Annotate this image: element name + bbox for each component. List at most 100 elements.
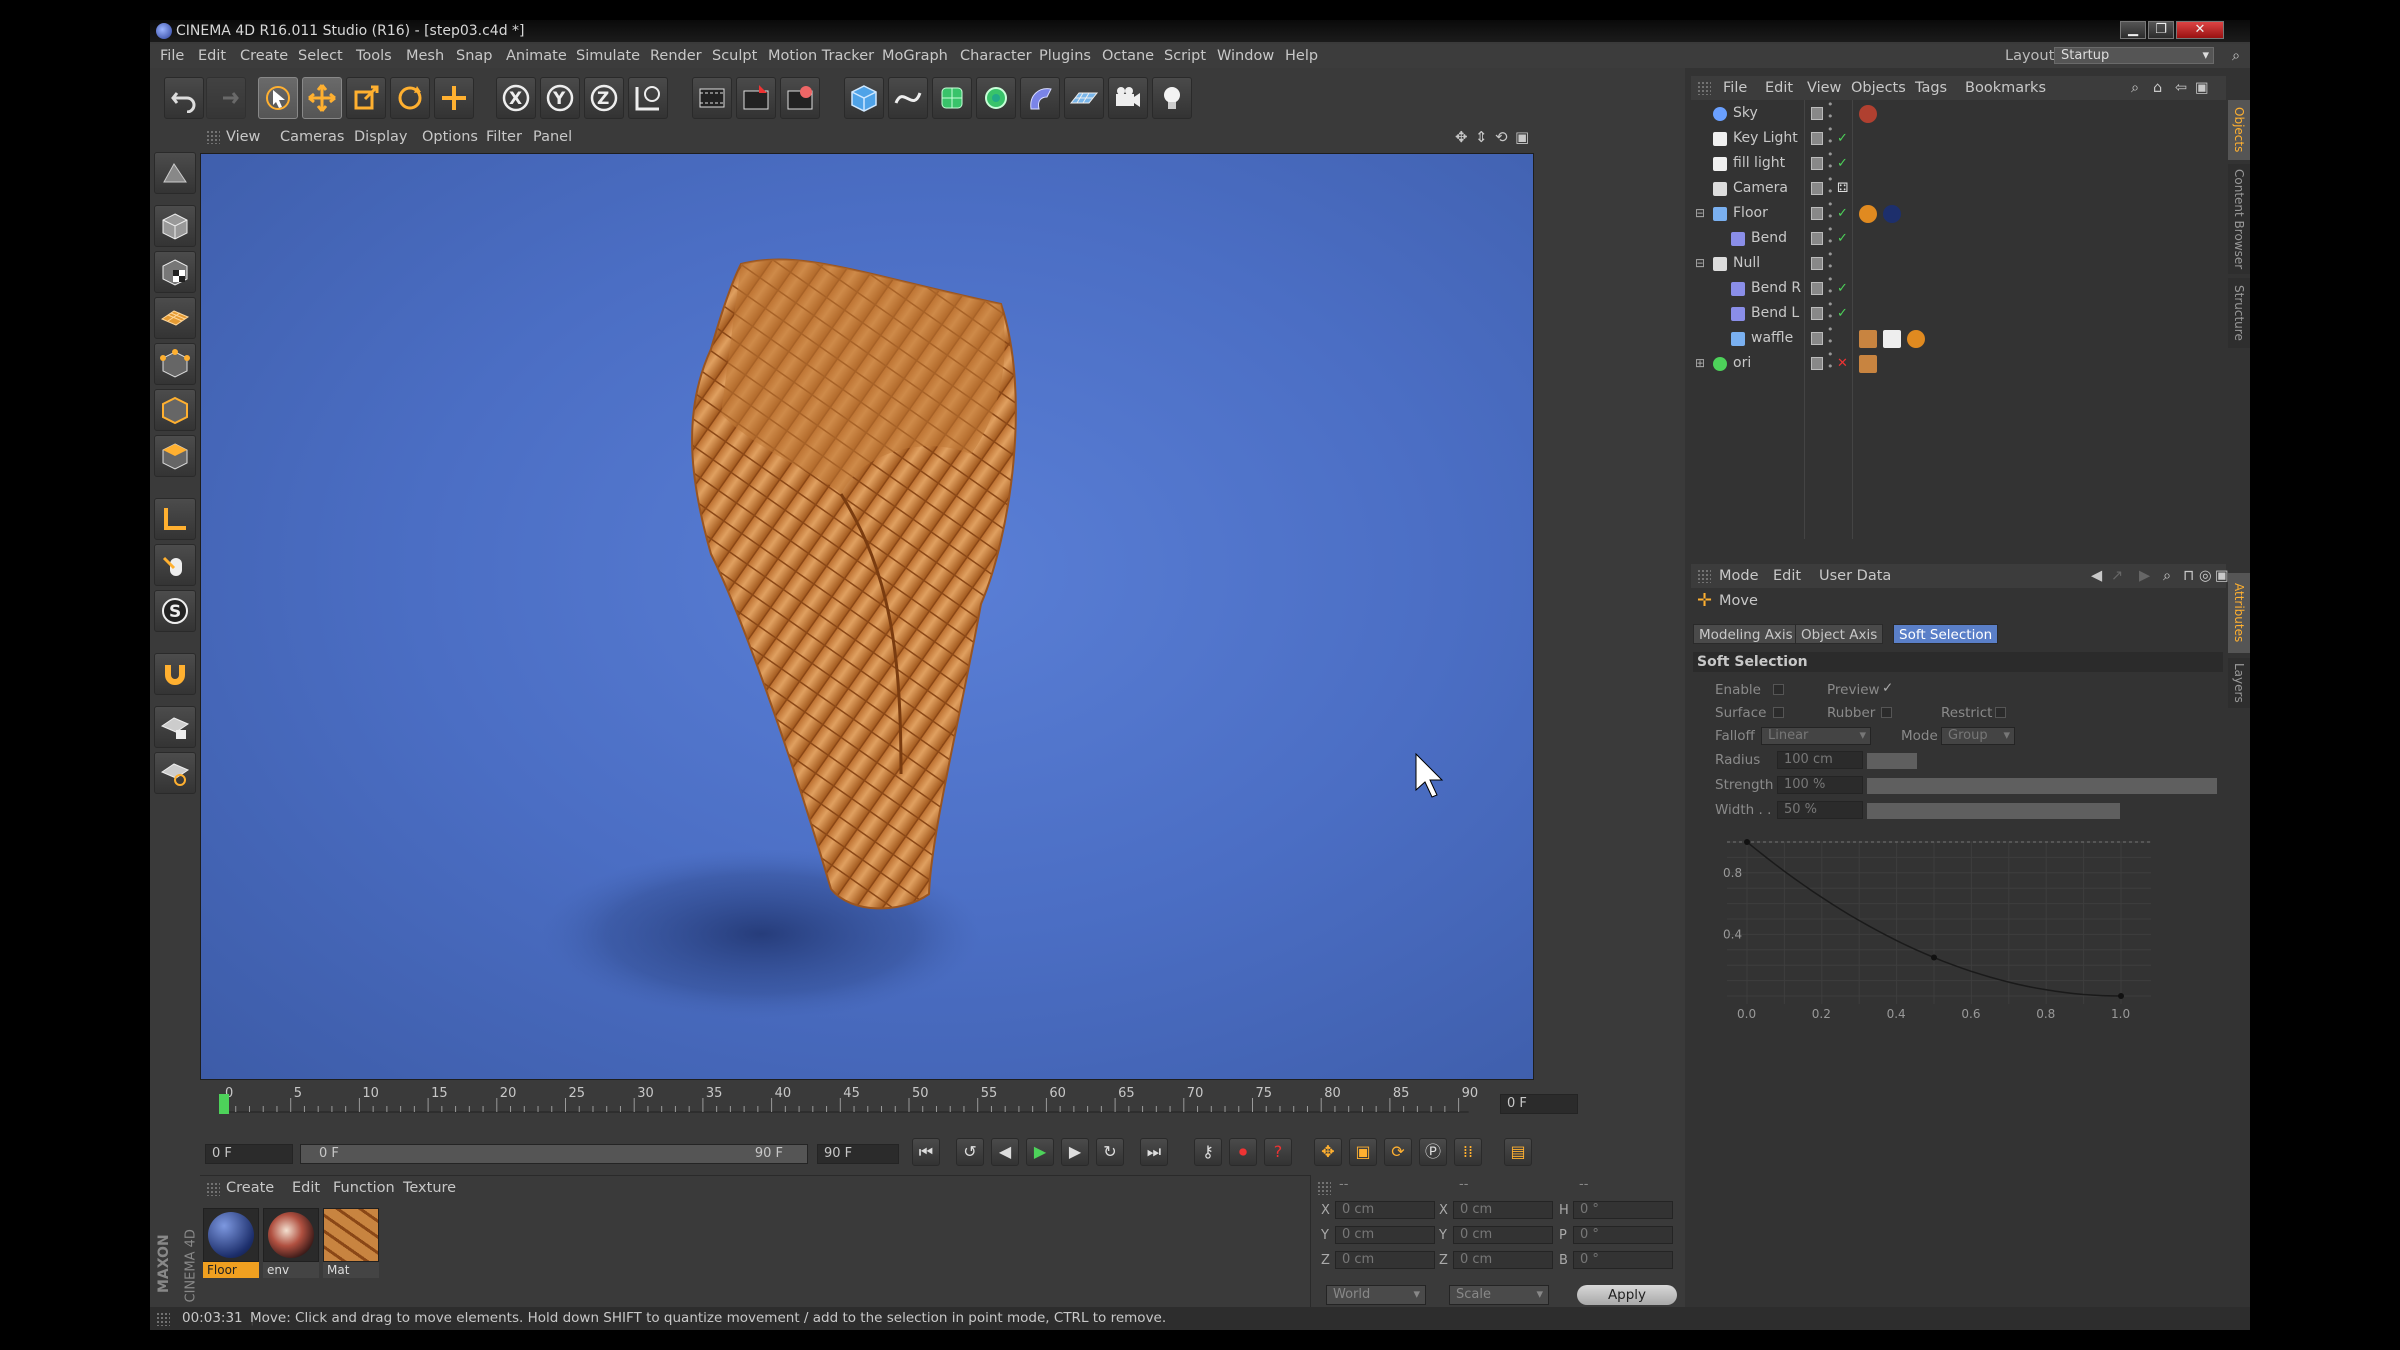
coord-size-field[interactable]: 0 cm (1453, 1226, 1553, 1244)
menu-octane[interactable]: Octane (1102, 44, 1154, 68)
object-row[interactable]: Camera • • ⚃ (1691, 174, 2226, 201)
recent-tool-icon[interactable] (434, 77, 474, 119)
new-manager-icon[interactable]: ▣ (2195, 76, 2209, 100)
minimize-button[interactable]: ▁ (2120, 21, 2146, 39)
material-env[interactable]: env (263, 1208, 319, 1280)
lock-icon[interactable]: ⊓ (2183, 564, 2194, 588)
undo-icon[interactable] (164, 77, 204, 119)
falloff-curve-graph[interactable]: 0.0 0.2 0.4 0.6 0.8 1.0 0.8 0.4 (1691, 826, 2221, 1026)
visibility-dots-icon[interactable]: • • (1827, 199, 1834, 223)
snap-icon[interactable] (154, 653, 196, 695)
menu-file[interactable]: File (160, 44, 184, 68)
layer-swatch[interactable] (1811, 207, 1823, 220)
viewport-menu-cameras[interactable]: Cameras (280, 125, 344, 149)
enabled-icon[interactable]: ⚃ (1837, 176, 1848, 201)
scheme-settings-icon[interactable]: ▤ (1504, 1138, 1532, 1166)
menu-window[interactable]: Window (1217, 44, 1274, 68)
visibility-dots-icon[interactable]: • • (1827, 249, 1834, 273)
tweak-mode-icon[interactable] (154, 544, 196, 586)
mode-select[interactable]: Group ▾ (1941, 727, 2015, 745)
y-axis-icon[interactable]: Y (540, 77, 580, 119)
current-frame-field[interactable]: 0 F (1500, 1094, 1578, 1114)
surface-checkbox[interactable] (1773, 707, 1784, 718)
rotate-icon[interactable] (390, 77, 430, 119)
layer-swatch[interactable] (1811, 357, 1823, 370)
tag-icon[interactable] (1859, 355, 1877, 373)
menu-sculpt[interactable]: Sculpt (712, 44, 757, 68)
render-view-icon[interactable] (692, 77, 732, 119)
forward-arrow-icon[interactable]: ▶ (2139, 564, 2150, 588)
menu-mesh[interactable]: Mesh (406, 44, 444, 68)
width-slider[interactable] (1867, 803, 2250, 819)
planar-workplane-icon[interactable] (154, 752, 196, 794)
search-icon[interactable]: ⌕ (2163, 564, 2171, 588)
coord-size-field[interactable]: 0 cm (1453, 1251, 1553, 1269)
viewport-toggle-icon[interactable]: ▣ (1515, 125, 1529, 149)
om-menu-edit[interactable]: Edit (1765, 76, 1793, 100)
home-icon[interactable]: ⌂ (2153, 76, 2162, 100)
tag-icon[interactable] (1859, 105, 1877, 123)
layer-swatch[interactable] (1811, 307, 1823, 320)
object-row[interactable]: ⊟ Floor • • ✓ (1691, 199, 2226, 226)
coord-position-field[interactable]: 0 cm (1335, 1226, 1435, 1244)
enabled-icon[interactable]: ✓ (1837, 126, 1848, 151)
tab-soft-selection[interactable]: Soft Selection (1893, 624, 1999, 644)
x-axis-icon[interactable]: X (496, 77, 536, 119)
strength-slider[interactable] (1867, 778, 2217, 794)
object-row[interactable]: Bend • • ✓ (1691, 224, 2226, 251)
tab-structure[interactable]: Structure (2228, 278, 2250, 348)
curve-knot[interactable] (2118, 993, 2124, 999)
target-icon[interactable]: ◎ (2199, 564, 2212, 588)
material-menu-texture[interactable]: Texture (403, 1176, 456, 1200)
back-icon[interactable]: ⇦ (2175, 76, 2187, 100)
enabled-icon[interactable]: ✓ (1837, 276, 1848, 301)
viewport-zoom-icon[interactable]: ⇕ (1475, 125, 1488, 149)
menu-motion-tracker[interactable]: Motion Tracker (768, 44, 874, 68)
coord-position-field[interactable]: 0 cm (1335, 1201, 1435, 1219)
collapse-icon[interactable]: ⊟ (1695, 201, 1705, 226)
tag-icon[interactable] (1859, 330, 1877, 348)
material-menu-create[interactable]: Create (226, 1176, 274, 1200)
preview-checkbox[interactable]: ✓ (1882, 680, 1893, 696)
viewport-rotate-icon[interactable]: ⟲ (1495, 125, 1508, 149)
tag-icon[interactable] (1859, 205, 1877, 223)
scale-key-icon[interactable]: ▣ (1349, 1138, 1377, 1166)
play-icon[interactable]: ▶ (1026, 1138, 1054, 1166)
visibility-dots-icon[interactable]: • • (1827, 149, 1834, 173)
z-axis-icon[interactable]: Z (584, 77, 624, 119)
menu-snap[interactable]: Snap (456, 44, 492, 68)
light-icon[interactable] (1152, 77, 1192, 119)
am-menu-user-data[interactable]: User Data (1819, 564, 1891, 588)
keyframe-selection-icon[interactable]: ? (1264, 1138, 1292, 1166)
enabled-icon[interactable]: ✓ (1837, 201, 1848, 226)
maximize-button[interactable]: ❐ (2148, 21, 2174, 39)
menu-simulate[interactable]: Simulate (576, 44, 640, 68)
spline-pen-icon[interactable] (888, 77, 928, 119)
expand-icon[interactable]: ⊞ (1695, 351, 1705, 376)
start-frame-field[interactable]: 0 F (205, 1144, 293, 1164)
layer-swatch[interactable] (1811, 232, 1823, 245)
texture-mode-icon[interactable] (154, 251, 196, 293)
subdivision-icon[interactable] (932, 77, 972, 119)
enabled-icon[interactable]: ✓ (1837, 301, 1848, 326)
tab-objects[interactable]: Objects (2228, 100, 2250, 160)
object-row[interactable]: Key Light • • ✓ (1691, 124, 2226, 151)
menu-create[interactable]: Create (240, 44, 288, 68)
make-editable-icon[interactable] (154, 152, 196, 194)
radius-slider[interactable] (1867, 753, 2250, 769)
enabled-icon[interactable]: ✓ (1837, 226, 1848, 251)
edit-render-settings-icon[interactable] (780, 77, 820, 119)
visibility-dots-icon[interactable]: • • (1827, 124, 1834, 148)
point-level-animation-icon[interactable]: ⁞⁞ (1454, 1138, 1482, 1166)
viewport-menu-view[interactable]: View (226, 125, 260, 149)
previous-frame-icon[interactable]: ◀ (991, 1138, 1019, 1166)
object-row[interactable]: ⊟ Null • • (1691, 249, 2226, 276)
falloff-select[interactable]: Linear ▾ (1761, 727, 1871, 745)
deformer-icon[interactable] (1020, 77, 1060, 119)
menu-character[interactable]: Character (960, 44, 1032, 68)
up-arrow-icon[interactable]: ↗ (2111, 564, 2123, 588)
render-picture-viewer-icon[interactable] (736, 77, 776, 119)
object-row[interactable]: ⊞ ori • • ✕ (1691, 349, 2226, 376)
parameter-key-icon[interactable]: Ⓟ (1419, 1138, 1447, 1166)
menu-select[interactable]: Select (298, 44, 343, 68)
